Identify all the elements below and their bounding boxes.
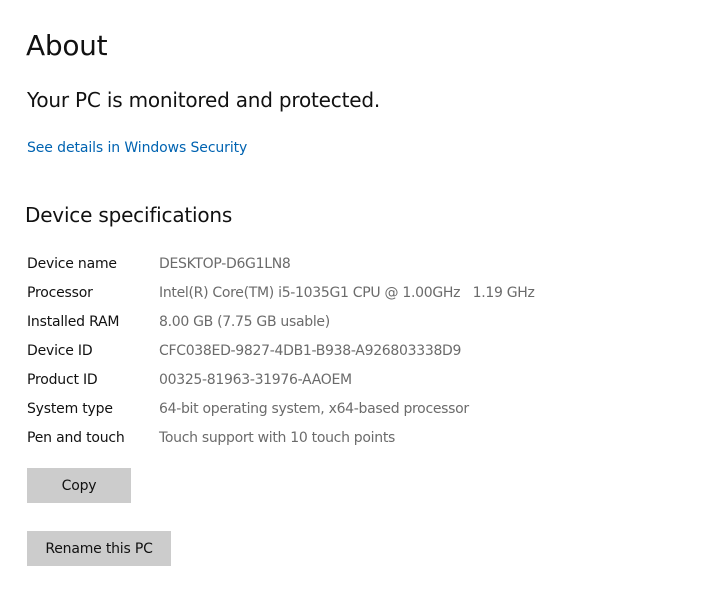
device-specifications-heading: Device specifications [25, 203, 233, 227]
spec-row-device-id: Device ID CFC038ED-9827-4DB1-B938-A92680… [27, 341, 535, 370]
spec-value-product-id: 00325-81963-31976-AAOEM [159, 372, 352, 388]
spec-label: Product ID [27, 372, 98, 388]
spec-row-device-name: Device name DESKTOP-D6G1LN8 [27, 254, 535, 283]
spec-value-pen-and-touch: Touch support with 10 touch points [159, 430, 395, 446]
spec-label: Pen and touch [27, 430, 125, 446]
copy-button[interactable]: Copy [27, 468, 131, 503]
spec-row-pen-and-touch: Pen and touch Touch support with 10 touc… [27, 428, 535, 457]
spec-value-device-id: CFC038ED-9827-4DB1-B938-A926803338D9 [159, 343, 462, 359]
spec-value-system-type: 64-bit operating system, x64-based proce… [159, 401, 469, 417]
spec-label: Device ID [27, 343, 93, 359]
spec-value-processor: Intel(R) Core(TM) i5-1035G1 CPU @ 1.00GH… [159, 285, 535, 301]
spec-row-product-id: Product ID 00325-81963-31976-AAOEM [27, 370, 535, 399]
page-title: About [26, 29, 108, 62]
spec-value-installed-ram: 8.00 GB (7.75 GB usable) [159, 314, 330, 330]
spec-row-processor: Processor Intel(R) Core(TM) i5-1035G1 CP… [27, 283, 535, 312]
spec-label: System type [27, 401, 113, 417]
spec-label: Device name [27, 256, 117, 272]
spec-value-device-name: DESKTOP-D6G1LN8 [159, 256, 291, 272]
spec-label: Installed RAM [27, 314, 120, 330]
device-specifications-table: Device name DESKTOP-D6G1LN8 Processor In… [27, 254, 535, 457]
rename-pc-button[interactable]: Rename this PC [27, 531, 171, 566]
protection-status-text: Your PC is monitored and protected. [27, 88, 380, 112]
spec-row-installed-ram: Installed RAM 8.00 GB (7.75 GB usable) [27, 312, 535, 341]
windows-security-link[interactable]: See details in Windows Security [27, 138, 247, 158]
spec-label: Processor [27, 285, 93, 301]
spec-row-system-type: System type 64-bit operating system, x64… [27, 399, 535, 428]
